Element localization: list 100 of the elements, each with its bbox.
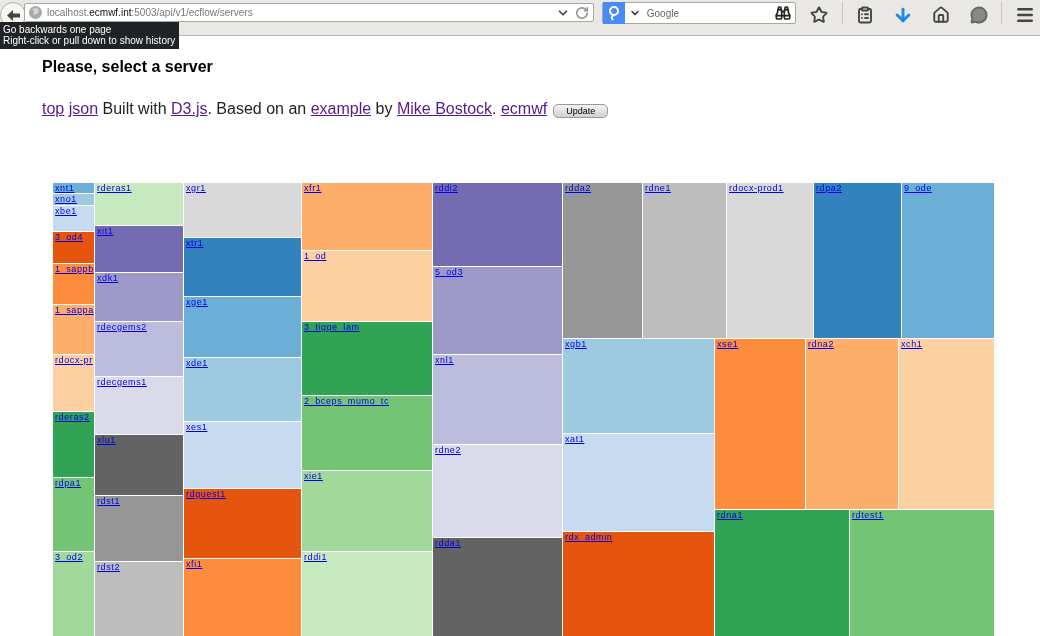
treemap-tile[interactable]: xfr1	[302, 183, 432, 250]
treemap-tile[interactable]: xdk1	[95, 273, 183, 321]
server-link[interactable]: rdguest1	[186, 489, 226, 499]
server-link[interactable]: rdocx-prod1	[729, 183, 784, 193]
treemap-tile[interactable]: xse1	[715, 339, 805, 509]
treemap-tile[interactable]: xat1	[563, 434, 714, 531]
credit-link[interactable]: example	[310, 100, 372, 117]
server-link[interactable]: rdst2	[97, 562, 120, 572]
credit-link[interactable]: top	[42, 100, 65, 117]
update-button[interactable]: Update	[553, 104, 609, 118]
server-link[interactable]: xch1	[901, 339, 923, 349]
server-link[interactable]: xgb1	[565, 339, 587, 349]
server-link[interactable]: xge1	[186, 297, 208, 307]
treemap-tile[interactable]: rdna2	[806, 339, 898, 509]
treemap-tile[interactable]: xfi1	[184, 559, 301, 636]
treemap-tile[interactable]: rderas1	[95, 183, 183, 225]
server-link[interactable]: xes1	[186, 422, 208, 432]
server-link[interactable]: 1_sappb	[55, 264, 94, 274]
treemap-tile[interactable]: xes1	[184, 422, 301, 488]
treemap-tile[interactable]: rderas2	[53, 412, 94, 477]
treemap-tile[interactable]: rdda2	[563, 183, 642, 338]
treemap-tile[interactable]: 1_sappa	[53, 305, 94, 354]
credit-link[interactable]: json	[68, 100, 99, 117]
server-link[interactable]: rdx_admin	[565, 532, 613, 542]
server-link[interactable]: rdpa1	[55, 478, 82, 488]
globe-icon	[29, 6, 42, 19]
server-link[interactable]: 3_od2	[55, 552, 84, 562]
server-link[interactable]: xde1	[186, 358, 208, 368]
server-link[interactable]: 1_od	[304, 251, 327, 261]
server-link[interactable]: 3_od4	[55, 232, 84, 242]
server-link[interactable]: rdecgems2	[97, 322, 147, 332]
server-link[interactable]: 9_ode	[904, 183, 933, 193]
treemap-tile[interactable]: xno1	[53, 194, 94, 205]
back-arrow-icon	[6, 9, 20, 21]
server-link[interactable]: xnt1	[55, 183, 75, 193]
credit-link[interactable]: ecmwf	[500, 100, 548, 117]
url-field[interactable]: localhost.ecmwf.int:5003/api/v1/ecflow/servers	[24, 3, 594, 22]
server-link[interactable]: rderas2	[55, 412, 90, 422]
treemap-tile[interactable]: rdx_admin	[563, 532, 714, 636]
treemap-tile[interactable]: xgb1	[563, 339, 714, 433]
server-link[interactable]: rdocx-pr	[55, 355, 93, 365]
server-link[interactable]: rdda2	[565, 183, 592, 193]
treemap-tile[interactable]: 3_od2	[53, 552, 94, 636]
treemap-tile[interactable]: rdguest1	[184, 489, 301, 558]
credit-link[interactable]: D3.js	[171, 100, 208, 117]
server-link[interactable]: xse1	[717, 339, 739, 349]
treemap-tile[interactable]: xnl1	[433, 355, 562, 444]
server-link[interactable]: rdne2	[435, 445, 462, 455]
server-link[interactable]: rderas1	[97, 183, 132, 193]
server-link[interactable]: rdna1	[717, 510, 744, 520]
server-link[interactable]: 5_od3	[435, 267, 464, 277]
server-link[interactable]: xdk1	[97, 273, 119, 283]
treemap-tile[interactable]: rdpa1	[53, 478, 94, 551]
treemap-tile[interactable]: 3_od4	[53, 232, 94, 263]
treemap-tile[interactable]: 1_od	[302, 251, 432, 321]
treemap-tile[interactable]: rdne2	[433, 445, 562, 537]
treemap-tile[interactable]: xch1	[899, 339, 994, 509]
treemap-tile[interactable]: rdecgems1	[95, 377, 183, 434]
server-link[interactable]: xat1	[565, 434, 585, 444]
treemap-tile[interactable]: 5_od3	[433, 267, 562, 354]
server-link[interactable]: xnl1	[435, 355, 454, 365]
treemap-tile[interactable]: xge1	[184, 297, 301, 357]
server-link[interactable]: rdna2	[808, 339, 835, 349]
treemap-tile[interactable]: 2_bceps_mumo_tc	[302, 396, 432, 470]
server-link[interactable]: xfi1	[186, 559, 203, 569]
server-link[interactable]: rddi1	[304, 552, 327, 562]
server-link[interactable]: 1_sappa	[55, 305, 94, 315]
binoculars-icon[interactable]	[774, 5, 791, 21]
server-link[interactable]: 3_tigge_lam	[304, 322, 360, 332]
treemap-tile[interactable]: 1_sappb	[53, 264, 94, 304]
server-link[interactable]: xno1	[55, 194, 77, 204]
treemap-tile[interactable]: rdna1	[715, 510, 849, 636]
treemap-tile[interactable]: rdst2	[95, 562, 183, 636]
treemap-tile[interactable]: xie1	[302, 471, 432, 551]
page-heading: Please, select a server	[42, 58, 214, 76]
search-engine-icon	[602, 2, 625, 24]
treemap-tile[interactable]: xgr1	[184, 183, 301, 237]
tooltip-text: Go backwards one page	[3, 24, 112, 35]
server-link[interactable]: rdst1	[97, 496, 120, 506]
treemap-tile[interactable]: rdtest1	[850, 510, 994, 636]
treemap-tile[interactable]: 3_tigge_lam	[302, 322, 432, 395]
treemap-tile[interactable]: 9_ode	[902, 183, 994, 338]
treemap-tile[interactable]: xde1	[184, 358, 301, 421]
server-link[interactable]: rdne1	[645, 183, 672, 193]
server-link[interactable]: xbe1	[55, 206, 77, 216]
server-link[interactable]: rdecgems1	[97, 377, 147, 387]
treemap-tile[interactable]: xnt1	[53, 183, 94, 193]
treemap-tile[interactable]: xbe1	[53, 206, 94, 231]
server-link[interactable]: xie1	[304, 471, 323, 481]
server-link[interactable]: rdtest1	[852, 510, 884, 520]
treemap-tile[interactable]: rdecgems2	[95, 322, 183, 376]
search-field[interactable]: Google	[601, 2, 796, 24]
treemap-tile[interactable]: rdne1	[643, 183, 726, 338]
treemap-tile[interactable]: rdocx-pr	[53, 355, 94, 411]
server-link[interactable]: xfr1	[304, 183, 322, 193]
treemap-tile[interactable]: rdocx-prod1	[727, 183, 813, 338]
server-link[interactable]: xgr1	[186, 183, 206, 193]
treemap-tile[interactable]: rddi1	[302, 552, 432, 636]
server-link[interactable]: 2_bceps_mumo_tc	[304, 396, 390, 406]
treemap-tile[interactable]: rdst1	[95, 496, 183, 561]
